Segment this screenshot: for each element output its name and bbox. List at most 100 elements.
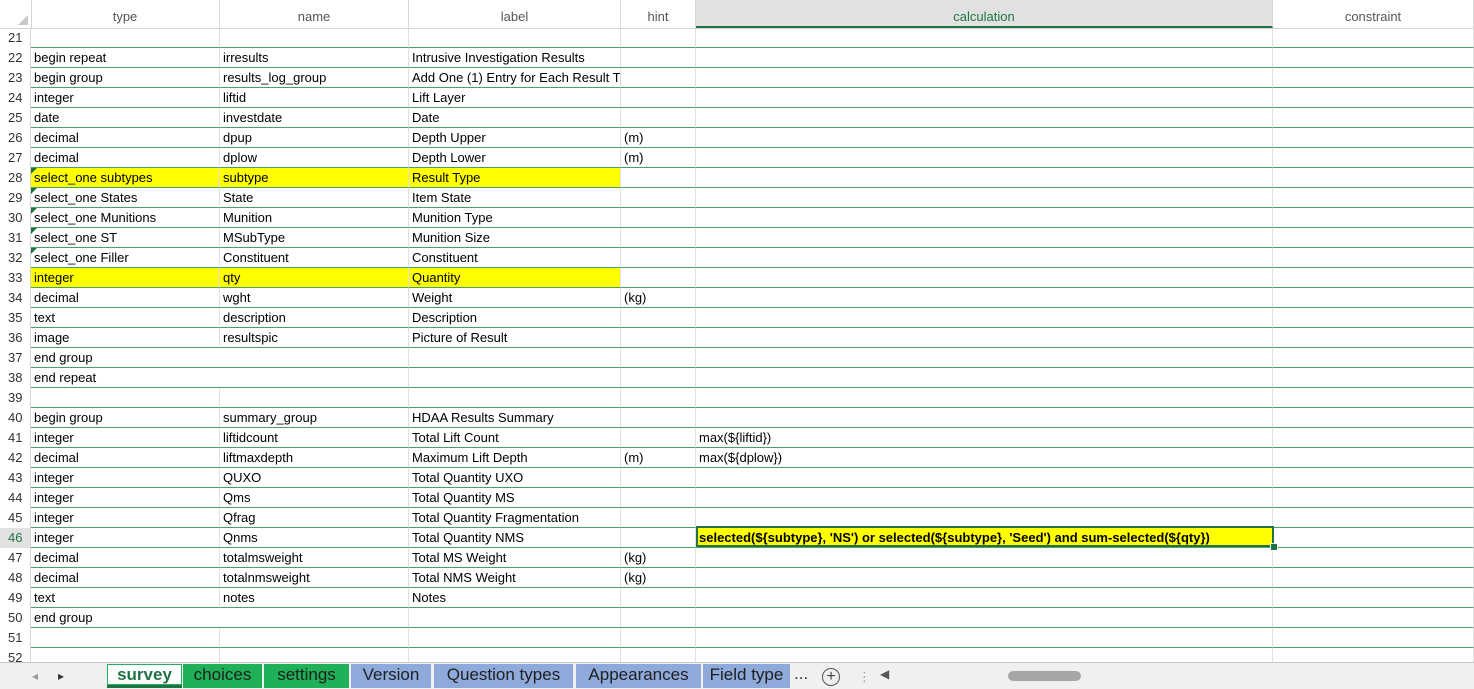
cell-hint[interactable] — [621, 248, 696, 268]
cell-type[interactable] — [31, 628, 220, 648]
row-number[interactable]: 23 — [0, 68, 31, 88]
cell-hint[interactable] — [621, 228, 696, 248]
cell-type[interactable] — [31, 28, 220, 48]
cell-constraint[interactable] — [1273, 548, 1474, 568]
cell-calc[interactable] — [696, 48, 1273, 68]
column-header-hint[interactable]: hint — [621, 0, 696, 28]
cell-constraint[interactable] — [1273, 568, 1474, 588]
cell-hint[interactable] — [621, 528, 696, 548]
cell-hint[interactable]: (kg) — [621, 568, 696, 588]
cell-type[interactable]: integer — [31, 268, 220, 288]
cell-label[interactable] — [409, 388, 621, 408]
row-number[interactable]: 50 — [0, 608, 31, 628]
cell-label[interactable]: Total MS Weight — [409, 548, 621, 568]
cell-constraint[interactable] — [1273, 408, 1474, 428]
row-number[interactable]: 21 — [0, 28, 31, 48]
cell-label[interactable] — [409, 368, 621, 388]
row-number[interactable]: 38 — [0, 368, 31, 388]
cell-label[interactable]: Weight — [409, 288, 621, 308]
cell-constraint[interactable] — [1273, 248, 1474, 268]
row-number[interactable]: 40 — [0, 408, 31, 428]
cell-name[interactable]: results_log_group — [220, 68, 409, 88]
cell-type[interactable]: integer — [31, 428, 220, 448]
horizontal-scrollbar-thumb[interactable] — [1008, 671, 1081, 681]
cell-name[interactable] — [220, 368, 409, 388]
tab-field-type[interactable]: Field type — [703, 664, 790, 688]
cell-hint[interactable] — [621, 188, 696, 208]
cell-constraint[interactable] — [1273, 88, 1474, 108]
cell-constraint[interactable] — [1273, 128, 1474, 148]
cell-type[interactable]: decimal — [31, 448, 220, 468]
tab-survey[interactable]: survey — [107, 664, 182, 688]
row-number[interactable]: 22 — [0, 48, 31, 68]
cell-name[interactable] — [220, 28, 409, 48]
cell-hint[interactable] — [621, 88, 696, 108]
cell-constraint[interactable] — [1273, 48, 1474, 68]
cell-constraint[interactable] — [1273, 608, 1474, 628]
cell-calc[interactable] — [696, 188, 1273, 208]
cell-constraint[interactable] — [1273, 508, 1474, 528]
cell-name[interactable]: qty — [220, 268, 409, 288]
cell-label[interactable]: Total Quantity Fragmentation — [409, 508, 621, 528]
row-number[interactable]: 42 — [0, 448, 31, 468]
cell-calc[interactable] — [696, 128, 1273, 148]
cell-label[interactable]: Total Quantity NMS — [409, 528, 621, 548]
cell-calc[interactable] — [696, 28, 1273, 48]
column-header-type[interactable]: type — [31, 0, 220, 28]
cell-label[interactable]: Add One (1) Entry for Each Result Type p… — [409, 68, 621, 88]
cell-type[interactable]: decimal — [31, 288, 220, 308]
splitter-handle[interactable]: ⋮ — [858, 669, 871, 685]
column-header-constraint[interactable]: constraint — [1273, 0, 1474, 28]
cell-constraint[interactable] — [1273, 288, 1474, 308]
cell-hint[interactable]: (m) — [621, 448, 696, 468]
cell-hint[interactable] — [621, 388, 696, 408]
cell-calc[interactable] — [696, 228, 1273, 248]
cell-name[interactable]: notes — [220, 588, 409, 608]
cell-constraint[interactable] — [1273, 208, 1474, 228]
tab-choices[interactable]: choices — [183, 664, 262, 688]
cell-calc[interactable] — [696, 68, 1273, 88]
cell-name[interactable]: subtype — [220, 168, 409, 188]
cell-type[interactable]: decimal — [31, 548, 220, 568]
cell-type[interactable]: text — [31, 588, 220, 608]
cell-hint[interactable] — [621, 268, 696, 288]
tab-question-types[interactable]: Question types — [434, 664, 573, 688]
cell-hint[interactable] — [621, 508, 696, 528]
cell-constraint[interactable] — [1273, 268, 1474, 288]
cell-hint[interactable]: (m) — [621, 148, 696, 168]
cell-calc[interactable] — [696, 328, 1273, 348]
cell-calc[interactable] — [696, 368, 1273, 388]
cell-name[interactable] — [220, 648, 409, 662]
row-number[interactable]: 41 — [0, 428, 31, 448]
cell-name[interactable]: Qfrag — [220, 508, 409, 528]
cell-name[interactable]: summary_group — [220, 408, 409, 428]
cell-hint[interactable] — [621, 108, 696, 128]
row-number[interactable]: 34 — [0, 288, 31, 308]
cell-type[interactable]: text — [31, 308, 220, 328]
cell-label[interactable] — [409, 28, 621, 48]
cell-type[interactable] — [31, 388, 220, 408]
cell-type[interactable]: end group — [31, 608, 220, 628]
fill-handle[interactable] — [1270, 543, 1278, 551]
row-number[interactable]: 39 — [0, 388, 31, 408]
cell-label[interactable]: Total Quantity UXO — [409, 468, 621, 488]
cell-constraint[interactable] — [1273, 168, 1474, 188]
cell-constraint[interactable] — [1273, 68, 1474, 88]
triangle-right-icon[interactable]: ▸ — [52, 667, 70, 685]
cell-label[interactable]: Notes — [409, 588, 621, 608]
cell-hint[interactable] — [621, 588, 696, 608]
cell-type[interactable]: integer — [31, 488, 220, 508]
cell-calc[interactable] — [696, 548, 1273, 568]
row-number[interactable]: 27 — [0, 148, 31, 168]
cell-calc[interactable] — [696, 248, 1273, 268]
cell-constraint[interactable] — [1273, 388, 1474, 408]
cell-hint[interactable] — [621, 348, 696, 368]
tab-version[interactable]: Version — [351, 664, 431, 688]
cell-label[interactable]: Quantity — [409, 268, 621, 288]
cell-label[interactable]: Picture of Result — [409, 328, 621, 348]
cell-constraint[interactable] — [1273, 228, 1474, 248]
cell-type[interactable]: begin repeat — [31, 48, 220, 68]
column-header-calculation[interactable]: calculation — [696, 0, 1273, 28]
cell-name[interactable]: liftmaxdepth — [220, 448, 409, 468]
row-number[interactable]: 45 — [0, 508, 31, 528]
